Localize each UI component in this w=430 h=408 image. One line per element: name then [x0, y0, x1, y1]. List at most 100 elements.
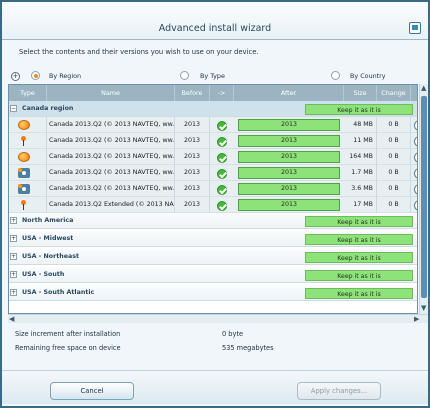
by-region-label: By Region: [49, 72, 82, 80]
expand-icon[interactable]: +: [10, 253, 17, 260]
help-icon[interactable]: [409, 22, 421, 34]
after-select[interactable]: 2013: [238, 135, 340, 147]
instruction-text: Select the contents and their versions y…: [19, 48, 259, 56]
scroll-up-icon[interactable]: ▲: [421, 85, 426, 92]
table-row[interactable]: Canada 2013.Q2 (© 2013 NAVTEQ, ww... 201…: [9, 117, 417, 133]
row-before: 2013: [175, 117, 210, 133]
row-change: 0 B: [377, 181, 411, 197]
check-icon: [217, 201, 227, 211]
scroll-right-icon[interactable]: ▶: [414, 316, 419, 323]
group-name: USA - South Atlantic: [22, 289, 95, 296]
info-icon[interactable]: i: [414, 168, 417, 179]
after-select[interactable]: 2013: [238, 167, 340, 179]
col-change[interactable]: Change: [377, 85, 411, 101]
group-name: USA - South: [22, 271, 65, 278]
by-type-radio[interactable]: [180, 71, 189, 80]
collapse-icon[interactable]: −: [10, 105, 17, 112]
check-icon: [217, 121, 227, 131]
check-icon: [217, 137, 227, 147]
scroll-thumb[interactable]: [421, 96, 427, 298]
row-size: 164 MB: [344, 149, 377, 165]
row-name: Canada 2013.Q2 (© 2013 NAVTEQ, ww...: [47, 165, 175, 181]
by-type-label: By Type: [200, 72, 225, 80]
table-row[interactable]: Canada 2013.Q2 Extended (© 2013 NA... 20…: [9, 197, 417, 213]
group-usa-midwest[interactable]: + USA - Midwest Keep it as it is: [9, 231, 417, 247]
col-name[interactable]: Name: [47, 85, 175, 101]
keep-button[interactable]: Keep it as it is: [305, 288, 413, 299]
table-row[interactable]: Canada 2013.Q2 (© 2013 NAVTEQ, ww... 201…: [9, 165, 417, 181]
expand-icon[interactable]: +: [10, 289, 17, 296]
row-name: Canada 2013.Q2 (© 2013 NAVTEQ, ww...: [47, 117, 175, 133]
check-icon: [217, 185, 227, 195]
free-space-value: 535 megabytes: [222, 344, 274, 352]
pin-icon: [18, 136, 30, 146]
keep-button[interactable]: Keep it as it is: [305, 252, 413, 263]
cancel-button[interactable]: Cancel: [50, 382, 134, 400]
after-select[interactable]: 2013: [238, 183, 340, 195]
col-type[interactable]: Type: [9, 85, 47, 101]
after-select[interactable]: 2013: [238, 119, 340, 131]
group-usa-south[interactable]: + USA - South Keep it as it is: [9, 267, 417, 283]
row-before: 2013: [175, 181, 210, 197]
table-header: Type Name Before -> After Size Change: [9, 85, 417, 101]
check-icon: [217, 169, 227, 179]
table-row[interactable]: Canada 2013.Q2 (© 2013 NAVTEQ, ww... 201…: [9, 149, 417, 165]
row-before: 2013: [175, 197, 210, 213]
col-after[interactable]: After: [234, 85, 344, 101]
horizontal-scrollbar[interactable]: ◀ ▶: [8, 314, 428, 323]
table-row[interactable]: Canada 2013.Q2 (© 2013 NAVTEQ, ww... 201…: [9, 133, 417, 149]
after-select[interactable]: 2013: [238, 199, 340, 211]
row-change: 0 B: [377, 133, 411, 149]
group-usa-northeast[interactable]: + USA - Northeast Keep it as it is: [9, 249, 417, 265]
info-icon[interactable]: i: [414, 184, 417, 195]
by-country-radio[interactable]: [331, 71, 340, 80]
keep-button[interactable]: Keep it as it is: [305, 216, 413, 227]
info-icon[interactable]: i: [414, 200, 417, 211]
expand-all-icon[interactable]: +: [11, 72, 20, 81]
row-size: 11 MB: [344, 133, 377, 149]
apply-changes-button[interactable]: Apply changes...: [297, 382, 381, 400]
row-change: 0 B: [377, 197, 411, 213]
info-icon[interactable]: i: [414, 136, 417, 147]
free-space-label: Remaining free space on device: [15, 344, 121, 352]
group-name: USA - Midwest: [22, 235, 74, 242]
expand-icon[interactable]: +: [10, 217, 17, 224]
row-name: Canada 2013.Q2 Extended (© 2013 NA...: [47, 197, 175, 213]
col-before[interactable]: Before: [175, 85, 210, 101]
scroll-left-icon[interactable]: ◀: [9, 316, 14, 323]
row-change: 0 B: [377, 165, 411, 181]
by-country-label: By Country: [350, 72, 386, 80]
keep-button[interactable]: Keep it as it is: [305, 270, 413, 281]
group-name: USA - Northeast: [22, 253, 79, 260]
camera-icon: [18, 168, 30, 178]
view-options: + By Region By Type By Country: [2, 68, 428, 82]
row-size: 3.6 MB: [344, 181, 377, 197]
row-before: 2013: [175, 133, 210, 149]
info-icon[interactable]: i: [414, 120, 417, 131]
by-region-radio[interactable]: [31, 71, 40, 80]
keep-button[interactable]: Keep it as it is: [305, 104, 413, 115]
expand-icon[interactable]: +: [10, 271, 17, 278]
after-select[interactable]: 2013: [238, 151, 340, 163]
row-before: 2013: [175, 165, 210, 181]
size-increment-label: Size increment after installation: [15, 330, 121, 338]
group-north-america[interactable]: + North America Keep it as it is: [9, 213, 417, 229]
row-size: 1.7 MB: [344, 165, 377, 181]
vertical-scrollbar[interactable]: ▲ ▼: [419, 84, 428, 314]
group-usa-south-atlantic[interactable]: + USA - South Atlantic Keep it as it is: [9, 285, 417, 301]
window-title: Advanced install wizard: [158, 23, 272, 34]
group-canada-region[interactable]: − Canada region Keep it as it is: [9, 101, 417, 117]
col-arrow[interactable]: ->: [210, 85, 234, 101]
expand-icon[interactable]: +: [10, 235, 17, 242]
col-size[interactable]: Size: [344, 85, 377, 101]
info-icon[interactable]: i: [414, 152, 417, 163]
row-name: Canada 2013.Q2 (© 2013 NAVTEQ, ww...: [47, 149, 175, 165]
table-row[interactable]: Canada 2013.Q2 (© 2013 NAVTEQ, ww... 201…: [9, 181, 417, 197]
row-change: 0 B: [377, 149, 411, 165]
keep-button[interactable]: Keep it as it is: [305, 234, 413, 245]
advanced-install-window: Advanced install wizard Select the conte…: [0, 0, 430, 408]
row-before: 2013: [175, 149, 210, 165]
row-change: 0 B: [377, 117, 411, 133]
scroll-down-icon[interactable]: ▼: [421, 305, 426, 312]
group-name: North America: [22, 217, 74, 224]
